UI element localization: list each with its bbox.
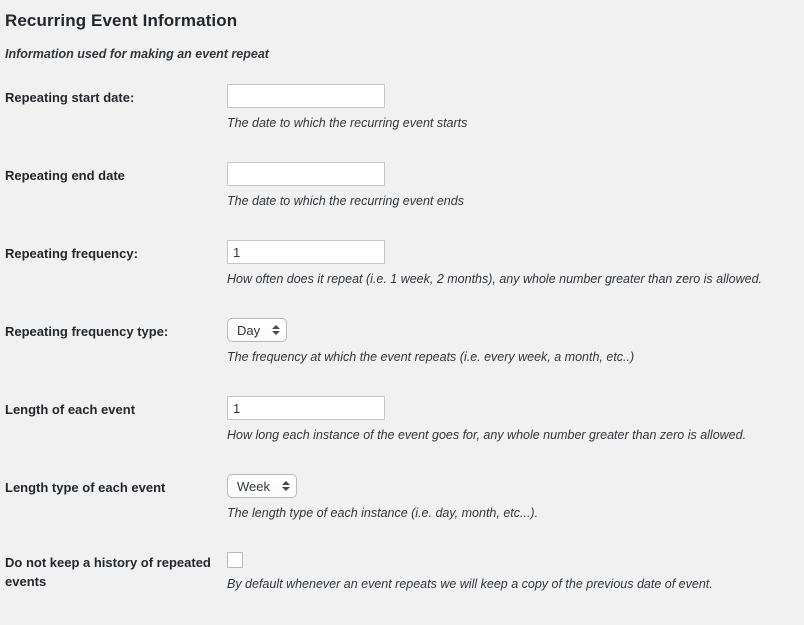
repeating-end-date-input[interactable]	[227, 162, 385, 186]
repeating-frequency-type-value: Day	[237, 322, 261, 338]
description-length-type-of-each-event: The length type of each instance (i.e. d…	[227, 506, 539, 520]
label-do-not-keep-history: Do not keep a history of repeated events	[5, 555, 211, 589]
length-type-of-each-event-select-wrap: Week	[227, 474, 297, 498]
field-row-do-not-keep-history: Do not keep a history of repeated events…	[5, 552, 804, 593]
repeating-start-date-input[interactable]	[227, 84, 385, 108]
page-subtitle: Information used for making an event rep…	[5, 47, 269, 61]
length-type-of-each-event-select[interactable]: Week	[227, 474, 297, 498]
field-row-repeating-end-date: Repeating end date The date to which the…	[5, 162, 804, 240]
field-row-length-type-of-each-event: Length type of each event Week The lengt…	[5, 474, 804, 552]
label-length-type-of-each-event: Length type of each event	[5, 480, 166, 495]
description-repeating-end-date: The date to which the recurring event en…	[227, 194, 464, 208]
field-area-length-of-each-event: How long each instance of the event goes…	[227, 396, 804, 444]
label-repeating-frequency-type: Repeating frequency type:	[5, 324, 169, 339]
field-row-repeating-start-date: Repeating start date: The date to which …	[5, 84, 804, 162]
length-type-of-each-event-value: Week	[237, 478, 270, 494]
description-repeating-frequency-type: The frequency at which the event repeats…	[227, 350, 635, 364]
label-repeating-end-date: Repeating end date	[5, 168, 125, 183]
page-title: Recurring Event Information	[5, 11, 238, 30]
description-length-of-each-event: How long each instance of the event goes…	[227, 428, 747, 442]
field-area-repeating-frequency-type: Day The frequency at which the event rep…	[227, 318, 804, 366]
description-repeating-frequency: How often does it repeat (i.e. 1 week, 2…	[227, 272, 763, 286]
repeating-frequency-type-select-wrap: Day	[227, 318, 288, 342]
repeating-frequency-input[interactable]	[227, 240, 385, 264]
label-repeating-frequency: Repeating frequency:	[5, 246, 138, 261]
field-row-repeating-frequency: Repeating frequency: How often does it r…	[5, 240, 804, 318]
field-area-repeating-start-date: The date to which the recurring event st…	[227, 84, 804, 132]
label-repeating-start-date: Repeating start date:	[5, 90, 135, 105]
repeating-frequency-type-select[interactable]: Day	[227, 318, 288, 342]
field-area-repeating-end-date: The date to which the recurring event en…	[227, 162, 804, 210]
field-area-length-type-of-each-event: Week The length type of each instance (i…	[227, 474, 804, 522]
field-row-repeating-frequency-type: Repeating frequency type: Day The freque…	[5, 318, 804, 396]
do-not-keep-history-checkbox[interactable]	[227, 552, 243, 568]
field-area-do-not-keep-history: By default whenever an event repeats we …	[227, 552, 804, 593]
label-length-of-each-event: Length of each event	[5, 402, 136, 417]
description-repeating-start-date: The date to which the recurring event st…	[227, 116, 468, 130]
length-of-each-event-input[interactable]	[227, 396, 385, 420]
field-row-length-of-each-event: Length of each event How long each insta…	[5, 396, 804, 474]
description-do-not-keep-history: By default whenever an event repeats we …	[227, 577, 713, 591]
field-area-repeating-frequency: How often does it repeat (i.e. 1 week, 2…	[227, 240, 804, 288]
recurring-event-information-panel: Recurring Event Information Information …	[0, 0, 804, 625]
